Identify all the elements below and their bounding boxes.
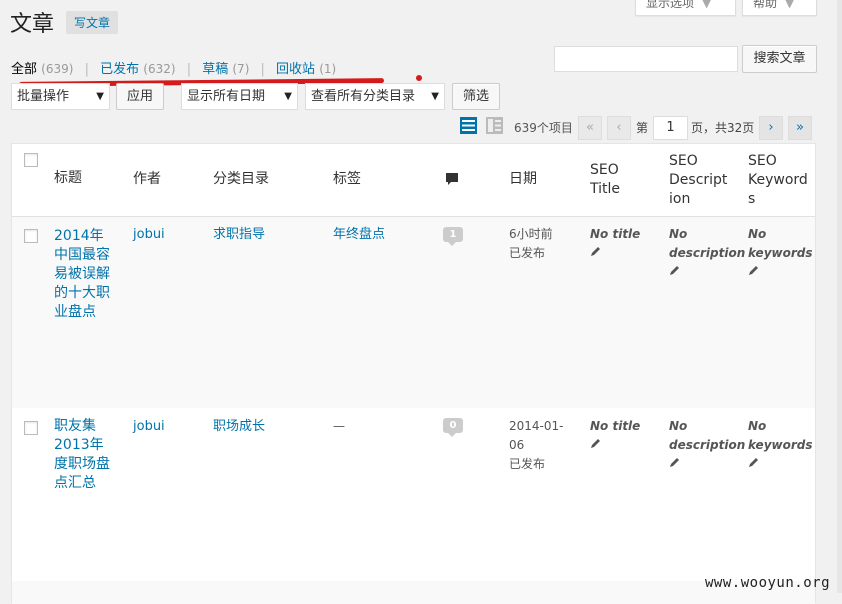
post-status-filter: 全部 (639) | 已发布 (632) | 草稿 (7) | 回收站 (1) [11, 62, 337, 77]
seo-title-value: No title [590, 225, 640, 263]
column-seo-title: SEO Title [590, 162, 621, 197]
table-header: 标题 作者 分类目录 标签 日期 SEO Title SEO Descript ion… [12, 144, 815, 217]
help-label: 帮助 [753, 0, 778, 10]
comment-icon[interactable] [445, 172, 459, 186]
dropdown-arrow-icon: ▼ [431, 91, 439, 102]
items-count: 639个项目 [514, 121, 573, 135]
search-posts-button[interactable]: 搜索文章 [742, 45, 817, 73]
prev-page-button: ‹ [607, 116, 631, 140]
post-title-link[interactable]: 职友集 2013年 度职场盘 点汇总 [54, 417, 110, 493]
post-title-link[interactable]: 2014年 中国最容 易被误解 的十大职 业盘点 [54, 227, 110, 322]
view-all-link[interactable]: 全部 (639) [11, 62, 73, 77]
next-page-button[interactable]: › [759, 116, 783, 140]
last-page-button[interactable]: » [788, 116, 812, 140]
seo-description-value: No description [669, 417, 745, 474]
column-seo-description: SEO Descript ion [669, 153, 728, 207]
chevron-down-icon: ▼ [702, 0, 712, 10]
view-drafts-link[interactable]: 草稿 (7) [202, 62, 249, 77]
view-published-link[interactable]: 已发布 (632) [100, 62, 175, 77]
scrollbar-track[interactable] [837, 0, 842, 593]
column-title[interactable]: 标题 [54, 169, 82, 188]
date-filter-select[interactable]: 显示所有日期 ▼ [181, 83, 298, 110]
author-link[interactable]: jobui [133, 417, 165, 436]
column-tags: 标签 [333, 171, 361, 187]
page-total: 页，共32页 [691, 121, 755, 135]
dropdown-arrow-icon: ▼ [96, 91, 104, 102]
column-author: 作者 [133, 171, 161, 187]
table-row: 2014年 中国最容 易被误解 的十大职 业盘点 jobui 求职指导 年终盘点 1 6… [12, 217, 815, 408]
post-date: 6小时前 已发布 [509, 227, 553, 260]
excerpt-view-icon[interactable] [486, 117, 503, 134]
page-title: 文章 [10, 12, 55, 37]
filter-button[interactable]: 筛选 [452, 83, 500, 110]
screen-options-button[interactable]: 显示选项 ▼ [635, 0, 736, 16]
pencil-icon[interactable] [669, 265, 680, 276]
pencil-icon[interactable] [748, 457, 759, 468]
posts-table: 标题 作者 分类目录 标签 日期 SEO Title SEO Descript ion… [11, 143, 816, 604]
first-page-button: « [578, 116, 602, 140]
row-checkbox[interactable] [24, 229, 38, 243]
bulk-action-select[interactable]: 批量操作 ▼ [11, 83, 110, 110]
category-link[interactable]: 职场成长 [213, 417, 265, 436]
pencil-icon[interactable] [748, 265, 759, 276]
seo-title-value: No title [590, 417, 640, 455]
seo-keywords-value: No keywords [748, 225, 813, 282]
list-view-icon[interactable] [460, 117, 477, 134]
view-trash-link[interactable]: 回收站 (1) [276, 62, 336, 77]
current-page-input[interactable]: 1 [653, 116, 688, 140]
chevron-down-icon: ▼ [785, 0, 795, 10]
search-input[interactable] [554, 46, 738, 72]
column-date[interactable]: 日期 [509, 170, 537, 189]
seo-keywords-value: No keywords [748, 417, 813, 474]
column-categories: 分类目录 [213, 171, 269, 187]
tag-empty: — [333, 419, 345, 433]
comment-count-badge[interactable]: 0 [443, 418, 463, 437]
watermark: www.wooyun.org [705, 575, 831, 591]
pencil-icon[interactable] [590, 438, 601, 449]
author-link[interactable]: jobui [133, 225, 165, 244]
pencil-icon[interactable] [590, 246, 601, 257]
category-filter-select[interactable]: 查看所有分类目录 ▼ [305, 83, 445, 110]
page-prefix: 第 [636, 121, 649, 135]
table-row: 职友集 2013年 度职场盘 点汇总 jobui 职场成长 — 0 2014-01- 0… [12, 409, 815, 581]
red-dot-annotation [416, 75, 422, 81]
dropdown-arrow-icon: ▼ [284, 91, 292, 102]
pencil-icon[interactable] [669, 457, 680, 468]
row-checkbox[interactable] [24, 421, 38, 435]
help-button[interactable]: 帮助 ▼ [742, 0, 817, 16]
column-seo-keywords: SEO Keyword s [748, 153, 808, 207]
add-new-post-button[interactable]: 写文章 [66, 11, 119, 34]
comment-count-badge[interactable]: 1 [443, 227, 463, 246]
select-all-checkbox[interactable] [24, 153, 38, 167]
post-date: 2014-01- 06 已发布 [509, 419, 564, 471]
seo-description-value: No description [669, 225, 745, 282]
tag-link[interactable]: 年终盘点 [333, 225, 385, 244]
category-link[interactable]: 求职指导 [213, 225, 265, 244]
apply-button[interactable]: 应用 [116, 83, 164, 110]
screen-options-label: 显示选项 [646, 0, 695, 10]
